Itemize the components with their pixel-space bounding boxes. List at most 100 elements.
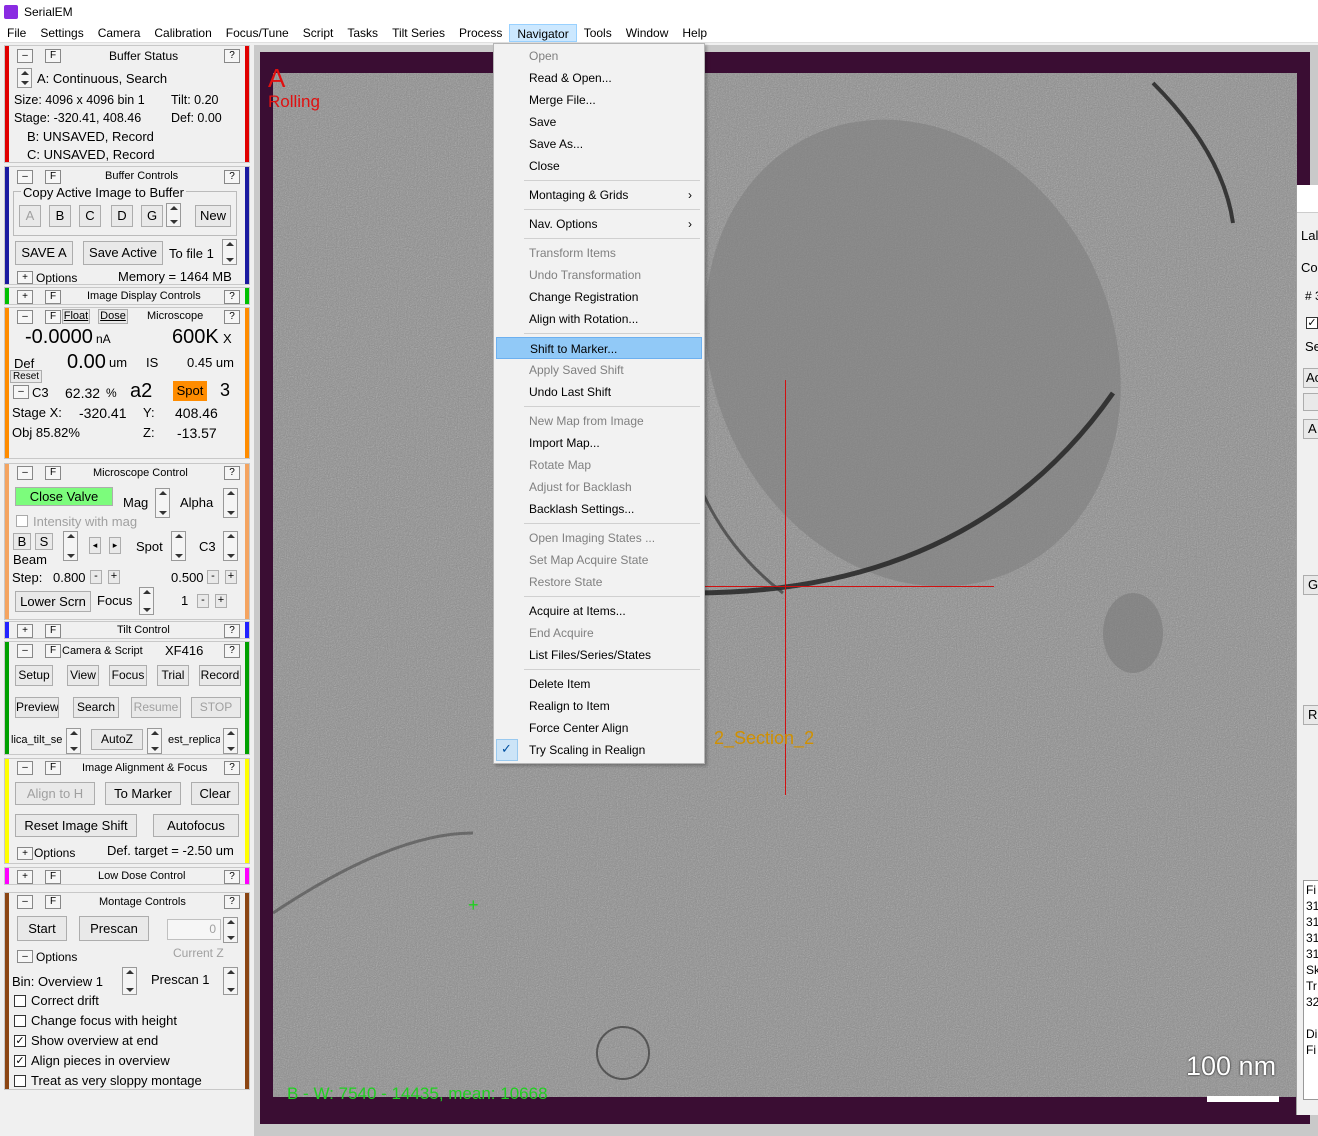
copy-to-a-button[interactable]: A xyxy=(19,205,41,227)
script2-spinner[interactable] xyxy=(223,728,238,754)
menu-item-save[interactable]: Save xyxy=(496,111,702,133)
menu-item-import-map[interactable]: Import Map... xyxy=(496,432,702,454)
current-z-field[interactable]: 0 xyxy=(167,919,221,940)
alpha-spinner[interactable] xyxy=(223,488,238,518)
help-button[interactable]: ? xyxy=(224,644,240,658)
help-button[interactable]: ? xyxy=(224,170,240,184)
menu-camera[interactable]: Camera xyxy=(91,24,148,42)
script1-spinner[interactable] xyxy=(66,728,81,754)
expand-options-button[interactable]: + xyxy=(17,847,33,860)
help-button[interactable]: ? xyxy=(224,895,240,909)
menu-item-change-registration[interactable]: Change Registration xyxy=(496,286,702,308)
focus-step-increase-button[interactable]: + xyxy=(215,594,227,608)
montage-prescan-button[interactable]: Prescan xyxy=(79,916,149,941)
expand-button[interactable]: + xyxy=(17,624,33,638)
help-button[interactable]: ? xyxy=(224,466,240,480)
menu-item-undo-transformation[interactable]: Undo Transformation xyxy=(496,264,702,286)
right-button[interactable]: G xyxy=(1303,575,1318,595)
menu-item-restore-state[interactable]: Restore State xyxy=(496,571,702,593)
copy-to-g-button[interactable]: G xyxy=(141,205,163,227)
help-button[interactable]: ? xyxy=(224,870,240,884)
menu-window[interactable]: Window xyxy=(619,24,676,42)
float-button[interactable]: F xyxy=(45,310,61,324)
c3-collapse-button[interactable]: – xyxy=(13,385,29,399)
copy-to-d-button[interactable]: D xyxy=(111,205,133,227)
autoz-spinner[interactable] xyxy=(147,728,162,754)
menu-item-end-acquire[interactable]: End Acquire xyxy=(496,622,702,644)
right-button[interactable]: Ac xyxy=(1303,368,1318,388)
menu-item-merge-file[interactable]: Merge File... xyxy=(496,89,702,111)
float-button[interactable]: F xyxy=(45,895,61,909)
buffer-spinner[interactable] xyxy=(17,68,32,88)
menu-help[interactable]: Help xyxy=(675,24,714,42)
menu-item-open[interactable]: Open xyxy=(496,45,702,67)
menu-item-align-with-rotation[interactable]: Align with Rotation... xyxy=(496,308,702,330)
right-button[interactable] xyxy=(1303,393,1318,411)
help-button[interactable]: ? xyxy=(224,761,240,775)
menu-item-shift-to-marker[interactable]: Shift to Marker... xyxy=(496,337,702,359)
correct-drift-checkbox[interactable] xyxy=(14,995,26,1007)
right-checkbox[interactable]: ✓ xyxy=(1306,317,1318,329)
collapse-button[interactable]: – xyxy=(17,310,33,324)
new-buffer-button[interactable]: New xyxy=(195,205,231,227)
file-spinner[interactable] xyxy=(222,239,237,265)
help-button[interactable]: ? xyxy=(224,310,240,324)
lower-screen-button[interactable]: Lower Scrn xyxy=(15,591,91,612)
beam-b-button[interactable]: B xyxy=(13,533,31,550)
dose-button[interactable]: Dose xyxy=(98,309,128,324)
float-button[interactable]: F xyxy=(45,761,61,775)
script2-field[interactable]: est_replica xyxy=(168,731,220,751)
menu-tools[interactable]: Tools xyxy=(577,24,619,42)
mag-spinner[interactable] xyxy=(155,488,170,518)
step2-decrease-button[interactable]: - xyxy=(207,570,219,584)
menu-item-acquire-at-items[interactable]: Acquire at Items... xyxy=(496,600,702,622)
collapse-button[interactable]: – xyxy=(17,170,33,184)
c3-spinner[interactable] xyxy=(223,531,238,561)
help-button[interactable]: ? xyxy=(224,624,240,638)
search-button[interactable]: Search xyxy=(73,697,119,718)
current-z-spinner[interactable] xyxy=(223,917,238,943)
align-to-button[interactable]: Align to H xyxy=(15,782,95,805)
reset-image-shift-button[interactable]: Reset Image Shift xyxy=(15,814,137,837)
autofocus-button[interactable]: Autofocus xyxy=(153,814,239,837)
collapse-button[interactable]: – xyxy=(17,49,33,63)
to-marker-button[interactable]: To Marker xyxy=(105,782,181,805)
menu-item-rotate-map[interactable]: Rotate Map xyxy=(496,454,702,476)
menu-item-list-files[interactable]: List Files/Series/States xyxy=(496,644,702,666)
prescan-bin-spinner[interactable] xyxy=(223,967,238,995)
menu-item-delete-item[interactable]: Delete Item xyxy=(496,673,702,695)
focus-spinner[interactable] xyxy=(139,587,154,615)
focus-button[interactable]: Focus xyxy=(109,665,147,686)
beam-left-button[interactable]: ◂ xyxy=(89,537,101,554)
menu-script[interactable]: Script xyxy=(296,24,341,42)
menu-navigator[interactable]: Navigator xyxy=(509,23,577,42)
menu-item-read-open[interactable]: Read & Open... xyxy=(496,67,702,89)
float-button[interactable]: F xyxy=(45,624,61,638)
resume-button[interactable]: Resume xyxy=(131,697,181,718)
help-button[interactable]: ? xyxy=(224,49,240,63)
collapse-button[interactable]: – xyxy=(17,761,33,775)
beam-s-button[interactable]: S xyxy=(35,533,53,550)
menu-tasks[interactable]: Tasks xyxy=(340,24,385,42)
focus-step-decrease-button[interactable]: - xyxy=(197,594,209,608)
beam-right-button[interactable]: ▸ xyxy=(109,537,121,554)
menu-item-force-center-align[interactable]: Force Center Align xyxy=(496,717,702,739)
copy-to-c-button[interactable]: C xyxy=(79,205,101,227)
menu-item-realign-to-item[interactable]: Realign to Item xyxy=(496,695,702,717)
script1-field[interactable]: lica_tilt_se xyxy=(11,731,63,751)
menu-item-nav-options[interactable]: Nav. Options › xyxy=(496,213,702,235)
menu-item-transform-items[interactable]: Transform Items xyxy=(496,242,702,264)
float-button[interactable]: F xyxy=(45,49,61,63)
menu-item-adjust-backlash[interactable]: Adjust for Backlash xyxy=(496,476,702,498)
step-increase-button[interactable]: + xyxy=(108,570,120,584)
buffer-letter-spinner[interactable] xyxy=(166,203,181,227)
menu-tilt-series[interactable]: Tilt Series xyxy=(385,24,452,42)
expand-button[interactable]: + xyxy=(17,870,33,884)
intensity-with-mag-checkbox[interactable] xyxy=(16,515,28,527)
record-button[interactable]: Record xyxy=(199,665,241,686)
menu-settings[interactable]: Settings xyxy=(33,24,90,42)
sloppy-montage-checkbox[interactable] xyxy=(14,1075,26,1087)
float-button[interactable]: F xyxy=(45,870,61,884)
right-text-area[interactable]: Fi 31 31 31 31 Sk Tr 32 Di Fi xyxy=(1303,880,1318,1100)
trial-button[interactable]: Trial xyxy=(157,665,189,686)
